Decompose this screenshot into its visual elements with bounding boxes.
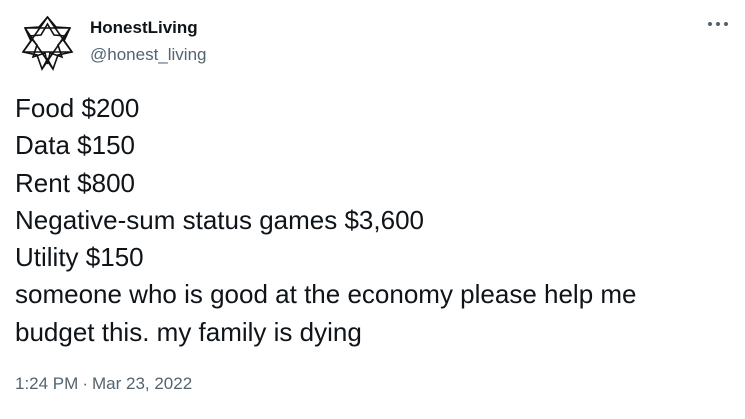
tweet-date-link[interactable]: Mar 23, 2022: [92, 372, 192, 396]
tweet-line: Data $150: [15, 130, 135, 161]
more-horizontal-icon[interactable]: [705, 14, 731, 34]
eight-pointed-star-icon[interactable]: [17, 14, 78, 75]
tweet-line: Rent $800: [15, 167, 135, 198]
author-identity: HonestLiving @honest_living: [90, 17, 207, 66]
tweet-text: Food $200 Data $150 Rent $800 Negative-s…: [15, 90, 730, 351]
tweet-line: Food $200: [15, 93, 140, 123]
tweet-line: Negative-sum status games $3,600: [15, 204, 424, 235]
author-display-name[interactable]: HonestLiving: [90, 17, 207, 39]
tweet-timestamp: 1:24 PM · Mar 23, 2022: [15, 372, 192, 396]
tweet-header: HonestLiving @honest_living: [17, 13, 207, 75]
tweet-card: HonestLiving @honest_living Food $200 Da…: [0, 0, 745, 419]
tweet-line: budget this. my family is dying: [15, 316, 362, 347]
author-handle[interactable]: @honest_living: [90, 44, 207, 66]
tweet-time-link[interactable]: 1:24 PM: [15, 372, 78, 396]
timestamp-separator: ·: [82, 374, 88, 393]
tweet-line: Utility $150: [15, 242, 144, 273]
tweet-line: someone who is good at the economy pleas…: [15, 279, 637, 310]
